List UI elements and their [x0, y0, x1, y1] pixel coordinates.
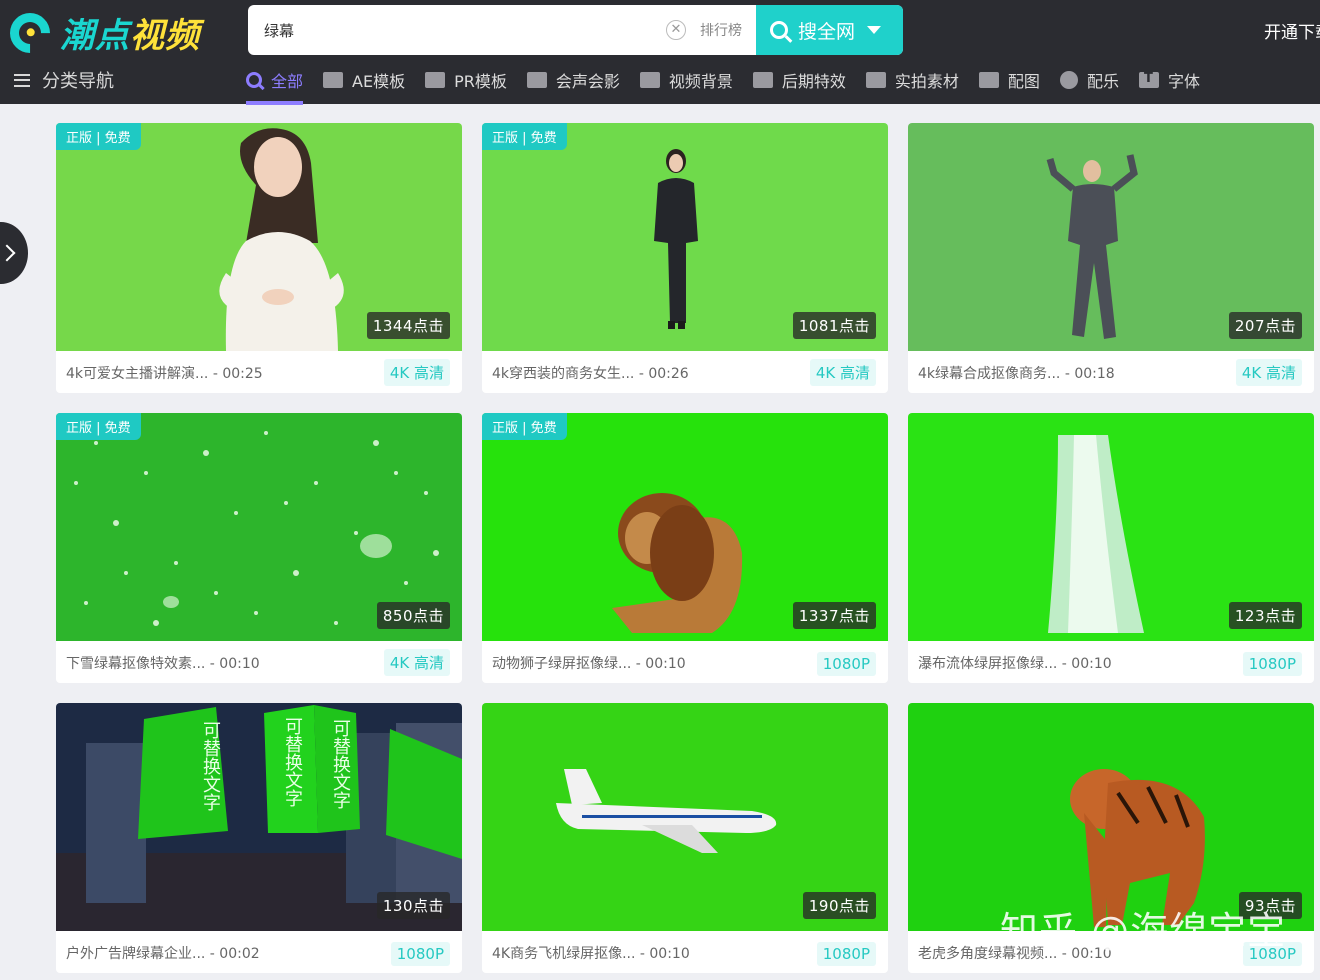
tab-images[interactable]: 配图	[978, 66, 1040, 94]
ranking-link[interactable]: 排行榜	[700, 20, 742, 40]
tab-label: 会声会影	[555, 72, 620, 91]
click-count: 207点击	[1228, 312, 1302, 339]
video-thumbnail[interactable]: 93点击	[908, 703, 1314, 931]
click-count: 123点击	[1228, 602, 1302, 629]
video-title[interactable]: 动物狮子绿屏抠像绿... - 00:10	[492, 653, 686, 673]
background-icon	[639, 72, 660, 88]
video-thumbnail[interactable]: 正版 | 免费 850点击	[56, 413, 462, 641]
click-count: 130点击	[376, 892, 450, 919]
tab-label: PR模板	[454, 72, 507, 91]
video-card[interactable]: 207点击 4k绿幕合成抠像商务... - 00:18 4K 高清	[908, 123, 1314, 393]
menu-icon	[14, 73, 30, 87]
effects-icon	[752, 72, 773, 88]
image-icon	[978, 72, 999, 88]
video-thumbnail[interactable]: 可替换文字 可替换文字 可替换文字 130点击	[56, 703, 462, 931]
logo-text-a: 潮点	[60, 16, 130, 56]
quality-badge: 1080P	[816, 652, 876, 676]
tab-label: 视频背景	[668, 72, 733, 91]
tab-label: 实拍素材	[894, 72, 959, 91]
tab-pr-templates[interactable]: PR模板	[425, 66, 507, 94]
video-title[interactable]: 4k穿西装的商务女生... - 00:26	[492, 363, 689, 383]
tab-label: 后期特效	[781, 72, 846, 91]
music-icon	[1059, 71, 1078, 89]
video-card[interactable]: 190点击 4K商务飞机绿屏抠像... - 00:10 1080P	[482, 703, 888, 973]
pr-icon	[425, 72, 446, 88]
quality-badge: 4K 高清	[383, 649, 450, 676]
logo-icon	[1, 4, 59, 61]
video-title[interactable]: 4k可爱女主播讲解演... - 00:25	[66, 363, 263, 383]
ae-icon	[323, 72, 344, 88]
video-thumbnail[interactable]: 207点击	[908, 123, 1314, 351]
tab-video-editor[interactable]: 会声会影	[526, 66, 620, 94]
tab-ae-templates[interactable]: AE模板	[323, 66, 405, 94]
tab-effects[interactable]: 后期特效	[752, 66, 846, 94]
search-bar: ✕ 排行榜 搜全网	[248, 5, 903, 55]
video-thumbnail[interactable]: 190点击	[482, 703, 888, 931]
video-title[interactable]: 4K商务飞机绿屏抠像... - 00:10	[492, 943, 690, 963]
tab-label: 全部	[271, 72, 304, 91]
search-icon	[770, 21, 788, 39]
click-count: 190点击	[802, 892, 876, 919]
caret-down-icon[interactable]	[867, 26, 882, 34]
click-count: 1337点击	[792, 602, 876, 629]
tab-label: AE模板	[352, 72, 406, 91]
category-nav-button[interactable]: 分类导航	[14, 67, 114, 93]
video-editor-icon	[526, 72, 547, 88]
top-bar: 潮点视频 ✕ 排行榜 搜全网 开通下载 分类导航 全部 AE模板 PR模板 会声…	[0, 0, 1320, 105]
font-icon	[1138, 71, 1159, 88]
quality-badge: 1080P	[816, 942, 876, 966]
video-card[interactable]: 正版 | 免费 1081点击 4k穿西装的商务女生... - 00:26 4K …	[482, 123, 888, 393]
video-title[interactable]: 瀑布流体绿屏抠像绿... - 00:10	[918, 653, 1112, 673]
tab-footage[interactable]: 实拍素材	[865, 66, 959, 94]
quality-badge: 1080P	[390, 942, 450, 966]
video-card[interactable]: 正版 | 免费 1337点击 动物狮子绿屏抠像绿... - 00:10 1080…	[482, 413, 888, 683]
logo-text-b: 视频	[130, 16, 200, 56]
license-badge: 正版 | 免费	[56, 413, 141, 440]
search-input[interactable]	[248, 5, 666, 55]
tab-fonts[interactable]: 字体	[1138, 66, 1200, 94]
search-button-label: 搜全网	[798, 20, 856, 43]
billboard-text: 可替换文字	[282, 717, 303, 807]
billboard-text: 可替换文字	[330, 719, 351, 809]
video-card[interactable]: 正版 | 免费 1344点击 4k可爱女主播讲解演... - 00:25 4K …	[56, 123, 462, 393]
video-card[interactable]: 可替换文字 可替换文字 可替换文字 130点击 户外广告牌绿幕企业... - 0…	[56, 703, 462, 973]
category-tabs: 全部 AE模板 PR模板 会声会影 视频背景 后期特效 实拍素材 配图 配乐 字…	[246, 66, 1220, 105]
tab-music[interactable]: 配乐	[1059, 66, 1119, 94]
billboard-text: 可替换文字	[200, 721, 221, 811]
video-title[interactable]: 4k绿幕合成抠像商务... - 00:18	[918, 363, 1115, 383]
quality-badge: 4K 高清	[383, 359, 450, 386]
video-thumbnail[interactable]: 123点击	[908, 413, 1314, 641]
quality-badge: 4K 高清	[1235, 359, 1302, 386]
click-count: 1344点击	[366, 312, 450, 339]
search-icon	[246, 72, 262, 88]
video-thumbnail[interactable]: 正版 | 免费 1344点击	[56, 123, 462, 351]
click-count: 1081点击	[792, 312, 876, 339]
video-card[interactable]: 正版 | 免费 850点击 下雪绿幕抠像特效素... - 00:10 4K 高清	[56, 413, 462, 683]
search-all-button[interactable]: 搜全网	[756, 5, 903, 55]
clear-search-icon[interactable]: ✕	[666, 20, 686, 40]
video-card[interactable]: 123点击 瀑布流体绿屏抠像绿... - 00:10 1080P	[908, 413, 1314, 683]
video-thumbnail[interactable]: 正版 | 免费 1337点击	[482, 413, 888, 641]
tab-label: 配乐	[1086, 72, 1119, 91]
chevron-right-icon[interactable]	[0, 222, 28, 284]
click-count: 850点击	[376, 602, 450, 629]
tab-label: 配图	[1007, 72, 1040, 91]
quality-badge: 4K 高清	[809, 359, 876, 386]
video-title[interactable]: 下雪绿幕抠像特效素... - 00:10	[66, 653, 260, 673]
license-badge: 正版 | 免费	[56, 123, 141, 150]
watermark: 知乎 @海绵宝宝	[1000, 909, 1287, 953]
tab-all[interactable]: 全部	[246, 66, 304, 105]
license-badge: 正版 | 免费	[482, 123, 567, 150]
tab-label: 字体	[1167, 72, 1200, 91]
vip-download-link[interactable]: 开通下载	[1264, 18, 1320, 43]
category-nav-label: 分类导航	[42, 71, 114, 92]
tab-video-backgrounds[interactable]: 视频背景	[639, 66, 733, 94]
video-thumbnail[interactable]: 正版 | 免费 1081点击	[482, 123, 888, 351]
quality-badge: 1080P	[1242, 652, 1302, 676]
camera-icon	[865, 72, 886, 88]
license-badge: 正版 | 免费	[482, 413, 567, 440]
video-title[interactable]: 户外广告牌绿幕企业... - 00:02	[66, 943, 260, 963]
logo[interactable]: 潮点视频	[1, 4, 200, 61]
